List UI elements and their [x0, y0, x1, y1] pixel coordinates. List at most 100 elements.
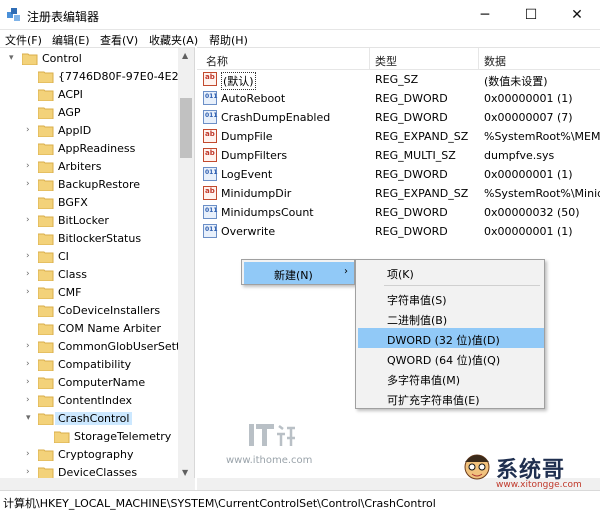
menu-view[interactable]: 查看(V) — [100, 32, 138, 48]
column-name[interactable]: 名称 — [206, 53, 228, 69]
column-type[interactable]: 类型 — [375, 53, 397, 69]
chevron-right-icon[interactable]: › — [26, 270, 34, 279]
chevron-right-icon[interactable]: › — [26, 450, 34, 459]
maximize-button[interactable]: ☐ — [508, 0, 554, 30]
value-data: (数值未设置) — [484, 75, 548, 88]
tree-item[interactable]: › CI — [0, 248, 180, 266]
value-row[interactable]: 011 LogEvent REG_DWORD 0x00000001 (1) — [197, 165, 600, 184]
value-name: (默认) — [221, 72, 256, 90]
chevron-right-icon[interactable]: › — [26, 126, 34, 135]
submenu-item[interactable]: 多字符串值(M) — [358, 368, 544, 388]
column-separator[interactable] — [369, 48, 370, 70]
tree-item-control[interactable]: ▾ Control — [0, 50, 180, 68]
chevron-right-icon[interactable]: › — [26, 162, 34, 171]
chevron-right-icon[interactable]: › — [26, 396, 34, 405]
value-name: AutoReboot — [221, 92, 286, 105]
folder-icon — [38, 323, 54, 335]
submenu-item[interactable]: 二进制值(B) — [358, 308, 544, 328]
tree-item[interactable]: BGFX — [0, 194, 180, 212]
value-row[interactable]: ab (默认) REG_SZ (数值未设置) — [197, 70, 600, 90]
minimize-button[interactable]: ─ — [462, 0, 508, 30]
key-tree[interactable]: ▾ Control {7746D80F-97E0-4E26- ACPI AGP › Ap… — [0, 47, 195, 480]
chevron-right-icon[interactable]: › — [26, 468, 34, 477]
tree-item[interactable]: StorageTelemetry — [0, 428, 180, 446]
tree-item[interactable]: › Cryptography — [0, 446, 180, 464]
tree-item[interactable]: ▾ CrashControl — [0, 410, 180, 428]
tree-item[interactable]: › BitLocker — [0, 212, 180, 230]
binary-value-icon: 011 — [203, 91, 218, 105]
value-data: 0x00000032 (50) — [484, 206, 580, 219]
submenu-item[interactable]: 可扩充字符串值(E) — [358, 388, 544, 408]
tree-item[interactable]: › BackupRestore — [0, 176, 180, 194]
menu-separator — [384, 285, 540, 286]
tree-item-label: CMF — [58, 286, 82, 299]
submenu-item[interactable]: QWORD (64 位)值(Q) — [358, 348, 544, 368]
tree-horizontal-scrollbar[interactable] — [0, 478, 195, 490]
value-row[interactable]: 011 CrashDumpEnabled REG_DWORD 0x00000007 (… — [197, 108, 600, 127]
menu-help[interactable]: 帮助(H) — [209, 32, 248, 48]
chevron-right-icon[interactable]: › — [26, 216, 34, 225]
value-name: CrashDumpEnabled — [221, 111, 331, 124]
tree-item[interactable]: › ComputerName — [0, 374, 180, 392]
menu-file[interactable]: 文件(F) — [5, 32, 42, 48]
value-row[interactable]: ab DumpFilters REG_MULTI_SZ dumpfve.sys — [197, 146, 600, 165]
chevron-right-icon[interactable]: › — [26, 360, 34, 369]
tree-item[interactable]: BitlockerStatus — [0, 230, 180, 248]
tree-item[interactable]: AGP — [0, 104, 180, 122]
tree-item[interactable]: › CMF — [0, 284, 180, 302]
submenu-item[interactable]: 字符串值(S) — [358, 288, 544, 308]
tree-item[interactable]: › CommonGlobUserSett — [0, 338, 180, 356]
value-type: REG_EXPAND_SZ — [375, 130, 469, 143]
tree-item[interactable]: CoDeviceInstallers — [0, 302, 180, 320]
tree-item-label: AppID — [58, 124, 92, 137]
chevron-down-icon[interactable]: ▾ — [26, 414, 34, 423]
value-row[interactable]: ab DumpFile REG_EXPAND_SZ %SystemRoot%\MEM — [197, 127, 600, 146]
context-menu: 新建(N) › — [241, 259, 355, 285]
folder-icon — [38, 179, 54, 191]
folder-icon — [38, 215, 54, 227]
tree-item[interactable]: › Arbiters — [0, 158, 180, 176]
tree-item[interactable]: › AppID — [0, 122, 180, 140]
value-type: REG_MULTI_SZ — [375, 149, 456, 162]
value-row[interactable]: 011 AutoReboot REG_DWORD 0x00000001 (1) — [197, 89, 600, 108]
value-data: 0x00000001 (1) — [484, 168, 573, 181]
tree-scrollbar[interactable]: ▲ ▼ — [178, 48, 194, 480]
tree-item[interactable]: › Class — [0, 266, 180, 284]
chevron-right-icon[interactable]: › — [26, 180, 34, 189]
mascot-icon — [464, 454, 490, 480]
chevron-right-icon[interactable]: › — [26, 342, 34, 351]
chevron-right-icon[interactable]: › — [26, 252, 34, 261]
column-data[interactable]: 数据 — [484, 53, 506, 69]
value-row[interactable]: 011 Overwrite REG_DWORD 0x00000001 (1) — [197, 222, 600, 241]
tree-item[interactable]: COM Name Arbiter — [0, 320, 180, 338]
tree-item[interactable]: ACPI — [0, 86, 180, 104]
close-button[interactable]: ✕ — [554, 0, 600, 30]
scroll-up-icon[interactable]: ▲ — [182, 51, 188, 60]
value-data: 0x00000001 (1) — [484, 92, 573, 105]
menu-item-label: DWORD (32 位)值(D) — [387, 334, 500, 347]
menu-favorites[interactable]: 收藏夹(A) — [149, 32, 198, 48]
folder-icon — [38, 359, 54, 371]
scrollbar-thumb[interactable] — [180, 98, 192, 158]
scroll-down-icon[interactable]: ▼ — [182, 468, 188, 477]
menu-edit[interactable]: 编辑(E) — [52, 32, 90, 48]
tree-item-label: Cryptography — [58, 448, 134, 461]
value-row[interactable]: 011 MinidumpsCount REG_DWORD 0x00000032 (50… — [197, 203, 600, 222]
chevron-right-icon[interactable]: › — [26, 288, 34, 297]
tree-item[interactable]: AppReadiness — [0, 140, 180, 158]
folder-icon — [38, 143, 54, 155]
tree-item-label: BitLocker — [58, 214, 109, 227]
submenu-item[interactable]: 项(K) — [358, 262, 544, 282]
tree-item-label: BGFX — [58, 196, 88, 209]
column-separator[interactable] — [478, 48, 479, 70]
chevron-down-icon[interactable]: ▾ — [9, 54, 17, 63]
menu-item-new[interactable]: 新建(N) › — [244, 262, 354, 284]
tree-item-label: Compatibility — [58, 358, 132, 371]
tree-item[interactable]: › Compatibility — [0, 356, 180, 374]
tree-item[interactable]: › ContentIndex — [0, 392, 180, 410]
value-row[interactable]: ab MinidumpDir REG_EXPAND_SZ %SystemRoot%\M… — [197, 184, 600, 203]
submenu-item[interactable]: DWORD (32 位)值(D) — [358, 328, 544, 348]
tree-item[interactable]: {7746D80F-97E0-4E26- — [0, 68, 190, 86]
chevron-right-icon[interactable]: › — [26, 378, 34, 387]
menu-item-label: 可扩充字符串值(E) — [387, 394, 480, 407]
